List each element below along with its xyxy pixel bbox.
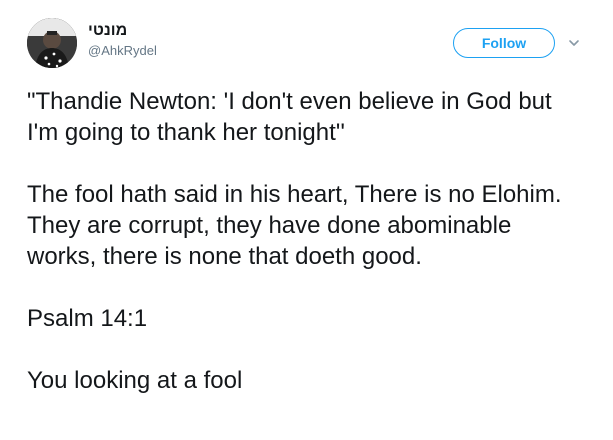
- chevron-down-icon[interactable]: [567, 36, 581, 50]
- avatar[interactable]: [27, 18, 77, 68]
- tweet-paragraph: The fool hath said in his heart, There i…: [27, 181, 562, 270]
- tweet-paragraph: You looking at a fool: [27, 367, 243, 394]
- tweet-card: מונטי @AhkRydel Follow "Thandie Newton: …: [0, 0, 613, 440]
- follow-button[interactable]: Follow: [453, 28, 555, 58]
- tweet-paragraph: "Thandie Newton: 'I don't even believe i…: [27, 88, 552, 146]
- avatar-image: [27, 18, 77, 68]
- display-name[interactable]: מונטי: [88, 21, 127, 41]
- user-handle[interactable]: @AhkRydel: [88, 43, 157, 59]
- tweet-paragraph: Psalm 14:1: [27, 305, 148, 332]
- tweet-text: "Thandie Newton: 'I don't even believe i…: [27, 86, 587, 396]
